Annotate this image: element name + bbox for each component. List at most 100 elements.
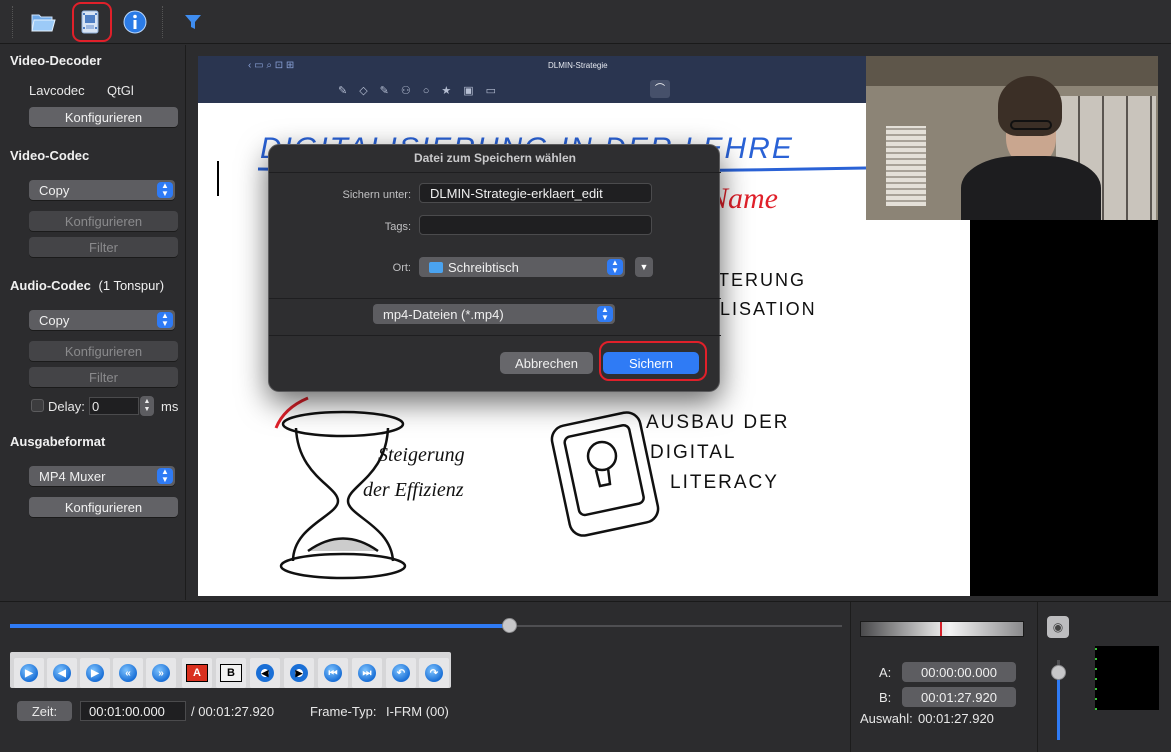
frame-type-value: I-FRM (00) (386, 704, 449, 719)
timeline-panel: ▶ ◀ ▶ « » A B ◀ ▶ ⏮ ⏭ ↶ ↷ Zeit: 00:01:00… (0, 601, 1171, 752)
audio-level-display (1095, 646, 1159, 710)
folder-icon (429, 261, 443, 273)
filter-funnel-icon (185, 15, 201, 29)
volume-slider-thumb[interactable] (1051, 665, 1066, 680)
sketch-digital: DIGITAL (650, 442, 737, 463)
folder-open-icon (31, 14, 56, 32)
filetype-select[interactable]: mp4-Dateien (*.mp4) ▲ ▼ (373, 304, 615, 324)
audio-filter-button[interactable]: Filter (29, 367, 178, 387)
audio-configure-button[interactable]: Konfigurieren (29, 341, 178, 361)
next-black-icon: ▶ (290, 664, 308, 682)
video-configure-button[interactable]: Konfigurieren (29, 211, 178, 231)
toolbar (0, 0, 1171, 44)
selection-label: Auswahl: (860, 711, 913, 726)
marker-b-label: B: (879, 690, 892, 705)
toolbar-grip (12, 6, 13, 38)
sketch-partial-2: LISATION (720, 299, 817, 319)
video-codec-select[interactable]: Copy ▲ ▼ (29, 180, 175, 200)
renderer-name: QtGl (107, 83, 134, 98)
audio-codec-label: Audio-Codec (10, 278, 91, 293)
delay-input[interactable]: 0 (89, 397, 139, 415)
delay-unit: ms (161, 399, 179, 414)
marker-a-value[interactable]: 00:00:00.000 (902, 662, 1016, 682)
location-value: Schreibtisch (448, 259, 519, 275)
delay-stepper[interactable]: ▲ ▼ (140, 396, 154, 416)
play-button[interactable]: ▶ (14, 658, 44, 688)
speaker-icon: ◉ (1052, 620, 1064, 634)
open-file-button[interactable] (27, 6, 59, 38)
prev-frame-button[interactable]: ◀ (47, 658, 77, 688)
audio-track-count: (1 Tonspur) (98, 278, 165, 293)
frame-type-label: Frame-Typ: (310, 704, 377, 719)
delay-checkbox[interactable] (31, 399, 44, 412)
output-format-select[interactable]: MP4 Muxer ▲ ▼ (29, 466, 175, 486)
selection-value: 00:01:27.920 (918, 711, 994, 726)
play-icon: ▶ (20, 664, 38, 682)
current-time-field[interactable]: 00:01:00.000 (80, 701, 186, 721)
chevron-updown-icon: ▲ ▼ (157, 182, 173, 198)
highlight-save-dialog-button (599, 341, 707, 381)
arrow-left-icon: ◀ (53, 664, 71, 682)
timeline-slider-thumb[interactable] (502, 618, 518, 633)
prev-keyframe-button[interactable]: « (113, 658, 143, 688)
prev-black-frame-button[interactable]: ◀ (250, 658, 280, 688)
highlight-save-button (72, 2, 112, 42)
output-format-title: Ausgabeformat (10, 434, 106, 449)
toolbar-separator (162, 6, 163, 38)
goto-first-frame-button[interactable]: ⏮ (318, 658, 348, 688)
filter-button[interactable] (177, 6, 209, 38)
forward-60-icon: ↷ (425, 664, 443, 682)
location-select[interactable]: Schreibtisch ▲ ▼ (419, 257, 625, 277)
tags-input[interactable] (419, 215, 652, 235)
chevron-down-icon: ▼ (639, 262, 649, 272)
webcam-overlay (866, 56, 1158, 220)
prev-black-icon: ◀ (256, 664, 274, 682)
webcam-glasses (1010, 120, 1052, 130)
video-filter-button[interactable]: Filter (29, 237, 178, 257)
output-format-value: MP4 Muxer (39, 468, 106, 484)
set-marker-a-button[interactable]: A (182, 658, 212, 688)
audio-codec-select[interactable]: Copy ▲ ▼ (29, 310, 175, 330)
delay-label: Delay: (48, 399, 85, 414)
audio-meter-bar (860, 621, 1024, 637)
cancel-button[interactable]: Abbrechen (500, 352, 593, 374)
goto-last-frame-button[interactable]: ⏭ (352, 658, 382, 688)
timeline-progress (10, 624, 510, 628)
sketch-ausbau: AUSBAU DER (646, 412, 790, 433)
chevron-updown-icon: ▲ ▼ (157, 312, 173, 328)
chevron-updown-icon: ▲ ▼ (157, 468, 173, 484)
tablet-sketch (550, 411, 660, 537)
webcam-radiator (886, 126, 926, 206)
goto-time-button[interactable]: Zeit: (17, 701, 72, 721)
expand-dialog-button[interactable]: ▼ (635, 257, 653, 277)
dialog-separator-2 (269, 335, 721, 336)
audio-codec-title: Audio-Codec (1 Tonspur) (10, 278, 164, 293)
back-60-icon: ↶ (392, 664, 410, 682)
marker-a-label: A: (879, 665, 892, 680)
decoder-configure-button[interactable]: Konfigurieren (29, 107, 178, 127)
set-marker-b-button[interactable]: B (216, 658, 246, 688)
next-black-frame-button[interactable]: ▶ (284, 658, 314, 688)
marker-b-value[interactable]: 00:01:27.920 (902, 687, 1016, 707)
back-60s-button[interactable]: ↶ (386, 658, 416, 688)
dialog-separator (269, 298, 721, 299)
fast-forward-icon: » (152, 664, 170, 682)
mute-button[interactable]: ◉ (1047, 616, 1069, 638)
location-label: Ort: (392, 262, 411, 274)
chevron-updown-icon: ▲ ▼ (607, 259, 623, 275)
next-keyframe-button[interactable]: » (146, 658, 176, 688)
dialog-title-separator (269, 172, 721, 173)
output-configure-button[interactable]: Konfigurieren (29, 497, 178, 517)
sketch-steigerung: Steigerung (378, 444, 465, 466)
next-frame-button[interactable]: ▶ (80, 658, 110, 688)
info-button[interactable] (119, 6, 151, 38)
decoder-name: Lavcodec (29, 83, 85, 98)
forward-60s-button[interactable]: ↷ (419, 658, 449, 688)
marker-a-icon: A (186, 664, 208, 682)
save-as-label: Sichern unter: (342, 189, 411, 201)
save-file-dialog: Datei zum Speichern wählen Sichern unter… (268, 144, 721, 392)
sketch-literacy: LITERACY (670, 472, 779, 493)
total-time: / 00:01:27.920 (191, 704, 275, 719)
skip-back-icon: ⏮ (324, 664, 342, 682)
filename-input[interactable]: DLMIN-Strategie-erklaert_edit (419, 183, 652, 203)
